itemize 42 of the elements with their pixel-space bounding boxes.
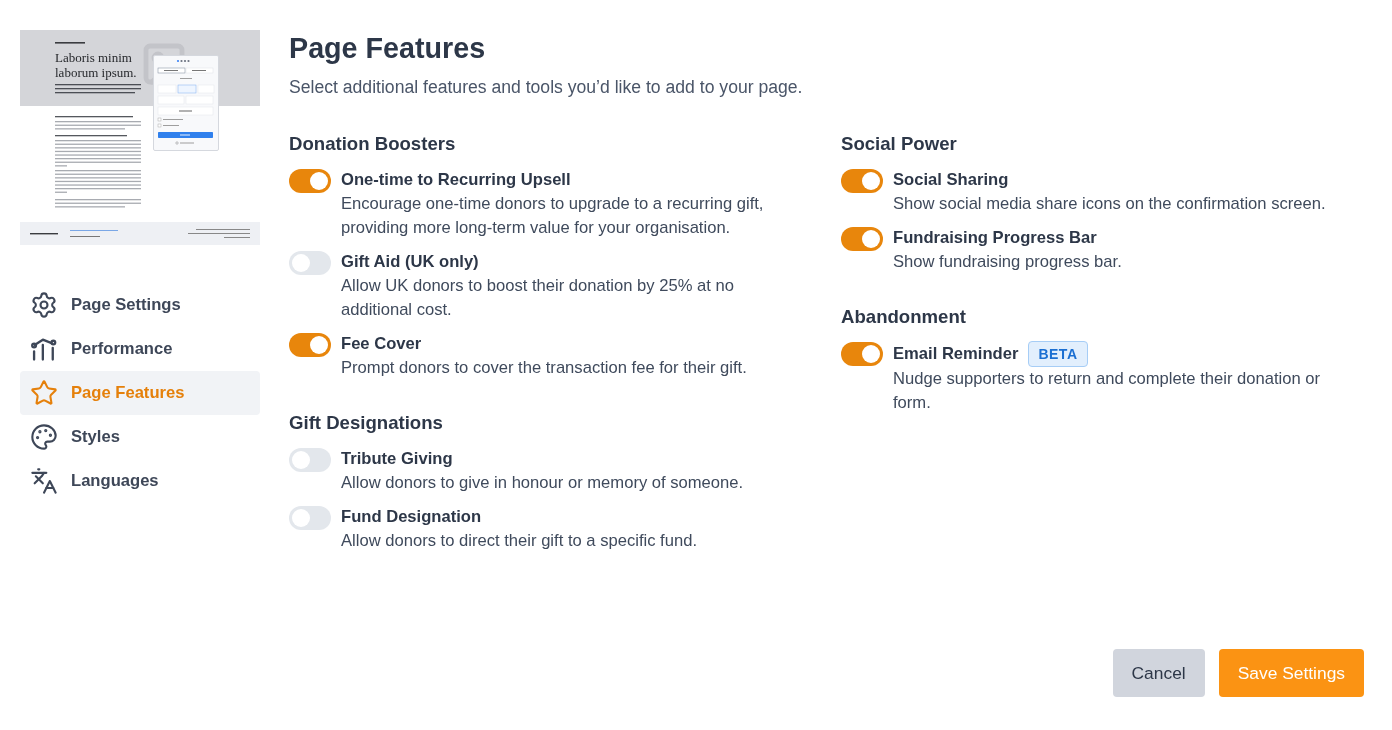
page-subtitle: Select additional features and tools you’d like to add to your page. (289, 76, 804, 99)
feature-description: Show social media share icons on the confirmation screen. (893, 193, 1326, 215)
feature-title: Tribute Giving (341, 448, 453, 470)
section-heading: Social Power (841, 132, 958, 156)
toggle-switch[interactable] (289, 251, 331, 275)
page-title: Page Features (289, 31, 487, 66)
section-heading: Donation Boosters (289, 132, 457, 156)
star-icon (30, 379, 58, 407)
feature-title: Fee Cover (341, 333, 422, 355)
feature-description: Nudge supporters to return and complete their donation or form. (893, 368, 1322, 414)
feature-description: Encourage one-time donors to upgrade to a recurring gift, providing more long-term value for your organisation. (341, 193, 765, 239)
sidebar-item[interactable]: Styles (20, 415, 260, 459)
feature-description: Allow donors to give in honour or memory of someone. (341, 472, 744, 494)
feature-title: Email Reminder (893, 343, 1019, 365)
toggle-switch[interactable] (289, 169, 331, 193)
feature-title: Social Sharing (893, 169, 1009, 191)
section-heading: Abandonment (841, 305, 967, 329)
feature-description: Allow donors to direct their gift to a specific fund. (341, 530, 698, 552)
toggle-switch[interactable] (289, 506, 331, 530)
toggle-switch[interactable] (841, 169, 883, 193)
section-heading: Gift Designations (289, 411, 444, 435)
toggle-switch[interactable] (289, 448, 331, 472)
sidebar-item[interactable]: Performance (20, 327, 260, 371)
palette-icon (30, 423, 58, 451)
gear-icon (30, 291, 58, 319)
feature-description: Allow UK donors to boost their donation by 25% at no additional cost. (341, 275, 735, 321)
placeholder-text-line (55, 41, 85, 45)
toggle-switch[interactable] (289, 333, 331, 357)
beta-badge: BETA (1028, 341, 1088, 367)
feature-title: Fund Designation (341, 506, 482, 528)
sidebar-item[interactable]: Page Settings (20, 283, 260, 327)
toggle-switch[interactable] (841, 342, 883, 366)
feature-title: Fundraising Progress Bar (893, 227, 1097, 249)
translate-icon (30, 467, 58, 495)
toggle-switch[interactable] (841, 227, 883, 251)
feature-title: Gift Aid (UK only) (341, 251, 479, 273)
sidebar-item[interactable]: Languages (20, 459, 260, 503)
cancel-button[interactable]: Cancel (1112, 649, 1205, 697)
feature-title: One-time to Recurring Upsell (341, 169, 571, 191)
preview-heading: Laboris minim laborum ipsum. (55, 50, 138, 80)
feature-description: Show fundraising progress bar. (893, 251, 1122, 273)
feature-description: Prompt donors to cover the transaction fee for their gift. (341, 357, 747, 379)
